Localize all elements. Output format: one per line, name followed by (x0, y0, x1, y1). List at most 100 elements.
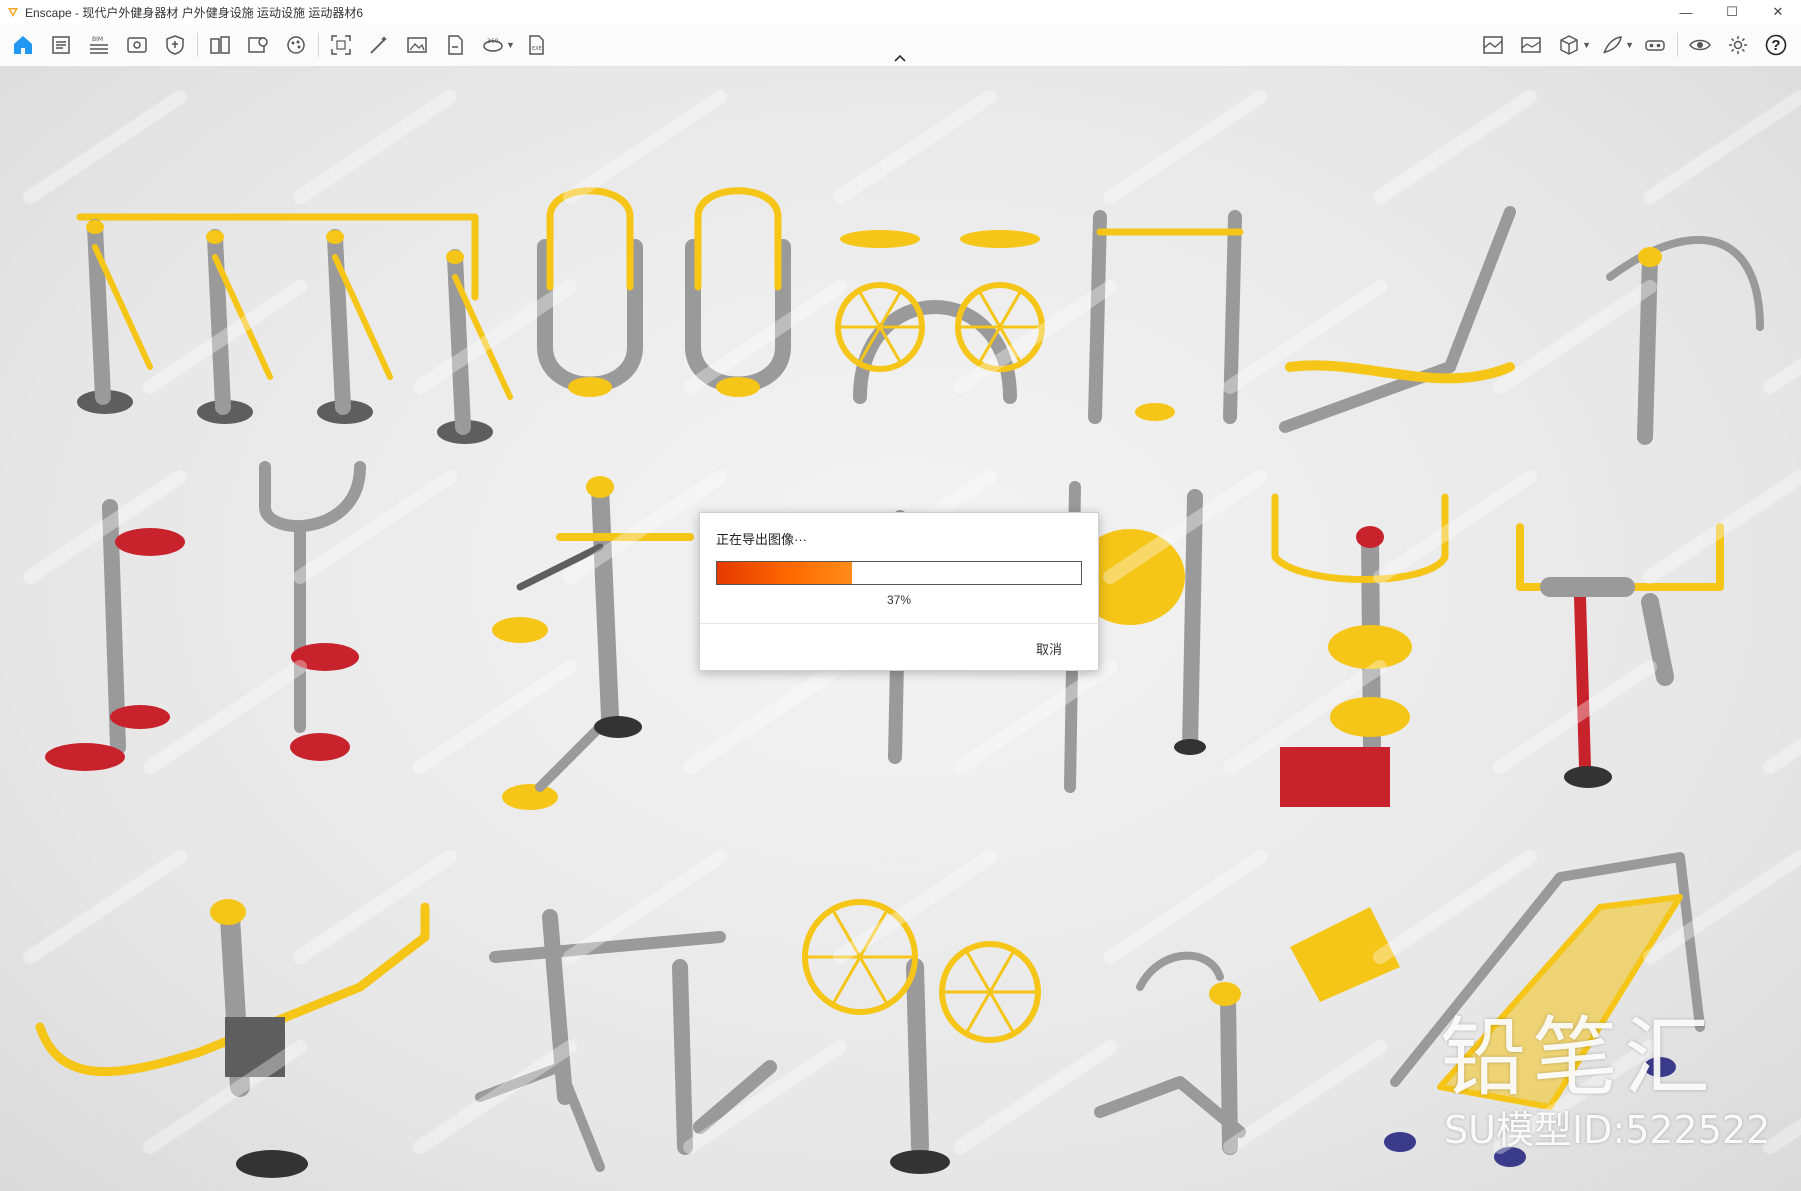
post-cap (326, 230, 344, 244)
collapse-toolbar-button[interactable] (890, 52, 910, 64)
watermark-stripe (1373, 90, 1537, 204)
toolbar-separator (1677, 33, 1678, 57)
vr-headset-icon (1645, 40, 1665, 51)
post-cap (210, 899, 246, 925)
watermark-stripe (1103, 470, 1267, 584)
image-button[interactable] (1512, 28, 1550, 62)
view-button[interactable] (1681, 28, 1719, 62)
equipment-base (236, 1150, 308, 1178)
bim-button[interactable]: BIM (80, 28, 118, 62)
pullup-post (1088, 210, 1107, 424)
feather-button[interactable] (1593, 28, 1631, 62)
box-icon (1560, 35, 1578, 55)
material-editor-button[interactable] (277, 28, 315, 62)
wheel-post (906, 958, 929, 1156)
watermark-stripe (683, 660, 847, 774)
rider-handle (1136, 951, 1224, 991)
progress-percent: 37% (886, 593, 912, 607)
red-base (110, 705, 170, 729)
export-progress-dialog: 正在导出图像··· 37% 取消 (699, 512, 1099, 671)
enscape-logo-icon (8, 8, 18, 17)
close-button[interactable]: ✕ (1755, 0, 1801, 24)
home-button[interactable] (4, 28, 42, 62)
settings-button[interactable] (1719, 28, 1757, 62)
wheel-post (1182, 489, 1203, 755)
watermark-stripe (833, 90, 997, 204)
red-base (1280, 747, 1390, 807)
screenshot-button[interactable] (398, 28, 436, 62)
safety-button[interactable] (156, 28, 194, 62)
svg-text:360: 360 (487, 38, 499, 45)
toolbar-left-group: BIM 360 ▼ EXE (4, 24, 555, 66)
asset-library-button[interactable] (239, 28, 277, 62)
watermark-stripe (1643, 470, 1801, 584)
settings-icon (1729, 36, 1747, 54)
visual-settings-button[interactable] (118, 28, 156, 62)
post-cap (1209, 982, 1241, 1006)
press-post (672, 959, 693, 1155)
feather-icon (1603, 36, 1622, 54)
red-pedal (45, 743, 125, 771)
press-footplate (475, 1062, 605, 1172)
panorama-button[interactable]: 360 (474, 28, 512, 62)
watermark-stripe (413, 1040, 577, 1154)
window-title: Enscape - 现代户外健身器材 户外健身设施 运动设施 运动器材6 (25, 5, 364, 20)
watermark-stripe (143, 660, 307, 774)
help-label: ? (1771, 36, 1781, 54)
u-frame (537, 239, 643, 393)
tai-chi-wheel (878, 325, 903, 365)
watermark-stripe (1763, 357, 1801, 394)
massager-post (1574, 591, 1591, 773)
seat-pad (502, 784, 558, 810)
rotating-wheel (831, 955, 862, 1007)
post-cap (446, 250, 464, 264)
rider-footplate (1094, 1076, 1246, 1138)
minimize-button[interactable]: — (1663, 0, 1709, 24)
image-icon (1521, 37, 1541, 53)
capture-button[interactable] (322, 28, 360, 62)
panorama-icon: 360 (483, 38, 503, 52)
maximize-button[interactable]: ☐ (1709, 0, 1755, 24)
rotating-wheel (988, 948, 1016, 994)
rotating-wheel (964, 990, 992, 1036)
window-controls: — ☐ ✕ (1663, 0, 1801, 24)
u-handle (546, 187, 634, 291)
progress-bar-fill (717, 562, 852, 584)
box-button[interactable] (1550, 28, 1588, 62)
post-cap (86, 220, 104, 234)
notes-button[interactable] (42, 28, 80, 62)
watermark-stripe (293, 90, 457, 204)
asset-library-icon (248, 37, 268, 53)
equipment-base (594, 716, 642, 738)
cancel-button[interactable]: 取消 (1030, 635, 1068, 662)
visual-settings-icon (127, 37, 147, 53)
watermark-stripe (563, 90, 727, 204)
watermark-stripe (953, 660, 1117, 774)
help-button[interactable]: ? (1757, 28, 1795, 62)
equipment-base (716, 377, 760, 397)
views-button[interactable] (201, 28, 239, 62)
watermark-stripe (1373, 470, 1537, 584)
watermark-stripe (1103, 90, 1267, 204)
dialog-title: 正在导出图像··· (716, 532, 807, 547)
export-exe-button[interactable]: EXE (517, 28, 555, 62)
tai-chi-wheel (857, 289, 882, 329)
vr-button[interactable] (1636, 28, 1674, 62)
map-icon (1483, 36, 1503, 54)
batch-render-button[interactable] (360, 28, 398, 62)
capture-frame-icon (331, 35, 351, 55)
model-id-text: SU模型ID:522522 (1444, 1108, 1771, 1152)
tai-chi-disc (960, 230, 1040, 248)
material-editor-icon (287, 36, 305, 54)
map-button[interactable] (1474, 28, 1512, 62)
red-seat (115, 528, 185, 556)
home-icon (14, 36, 32, 54)
svg-text:BIM: BIM (92, 36, 103, 43)
air-walker-frame (76, 213, 479, 301)
watermark-stripe (413, 660, 577, 774)
screenshot-icon (407, 37, 427, 53)
rotating-wheel (858, 955, 889, 1007)
red-base (290, 733, 350, 761)
rotating-wheel (964, 948, 992, 994)
export-image-button[interactable] (436, 28, 474, 62)
